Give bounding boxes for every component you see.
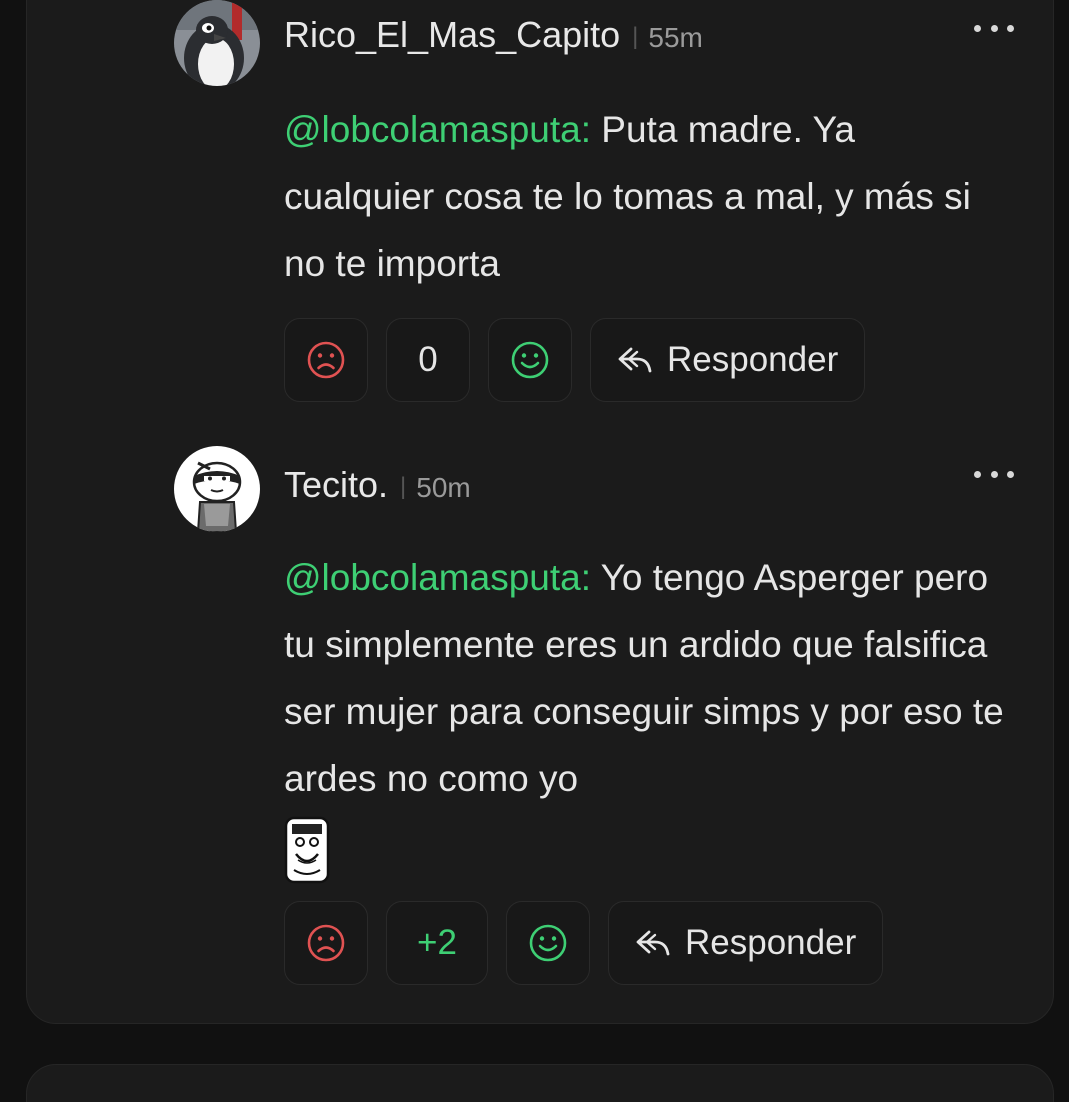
reply-arrow-icon (636, 930, 670, 956)
username[interactable]: Tecito. (284, 464, 388, 506)
username[interactable]: Rico_El_Mas_Capito (284, 14, 620, 56)
dislike-button[interactable] (284, 901, 368, 985)
smiley-face-icon (529, 924, 567, 962)
smiley-face-icon (511, 341, 549, 379)
dislike-button[interactable] (284, 318, 368, 402)
reply-label: Responder (685, 923, 857, 962)
mention-link[interactable]: @lobcolamasputa: (284, 557, 591, 598)
ninja-avatar-icon[interactable] (174, 446, 260, 532)
comment-body: @lobcolamasputa: Yo tengo Asperger pero … (284, 544, 1004, 884)
penguin-avatar-icon[interactable] (174, 0, 260, 86)
reply-button[interactable]: Responder (608, 901, 884, 985)
timestamp: 55m (648, 22, 703, 53)
more-options-icon[interactable] (974, 20, 1014, 36)
comment-header: Rico_El_Mas_Capito | 55m (284, 14, 703, 56)
reply-arrow-icon (618, 347, 652, 373)
header-separator: | (632, 23, 639, 50)
comment-body: @lobcolamasputa: Puta madre. Ya cualquie… (284, 96, 1004, 297)
comments-page: Rico_El_Mas_Capito | 55m @lobcolamasputa… (0, 0, 1069, 1102)
like-button[interactable] (488, 318, 572, 402)
timestamp: 50m (416, 472, 471, 503)
more-options-icon[interactable] (974, 466, 1014, 482)
comment-actions: 0 Responder (284, 318, 866, 402)
header-separator: | (400, 473, 407, 500)
score-counter: +2 (386, 901, 488, 985)
trollface-sticker-icon (284, 816, 330, 884)
reply-button[interactable]: Responder (590, 318, 866, 402)
reply-label: Responder (667, 340, 839, 379)
sad-face-icon (307, 924, 345, 962)
score-counter: 0 (386, 318, 470, 402)
sad-face-icon (307, 341, 345, 379)
comment-actions: +2 Responder (284, 901, 884, 985)
next-comment-card (26, 1064, 1054, 1102)
comment-header: Tecito. | 50m (284, 464, 471, 506)
like-button[interactable] (506, 901, 590, 985)
mention-link[interactable]: @lobcolamasputa: (284, 109, 591, 150)
